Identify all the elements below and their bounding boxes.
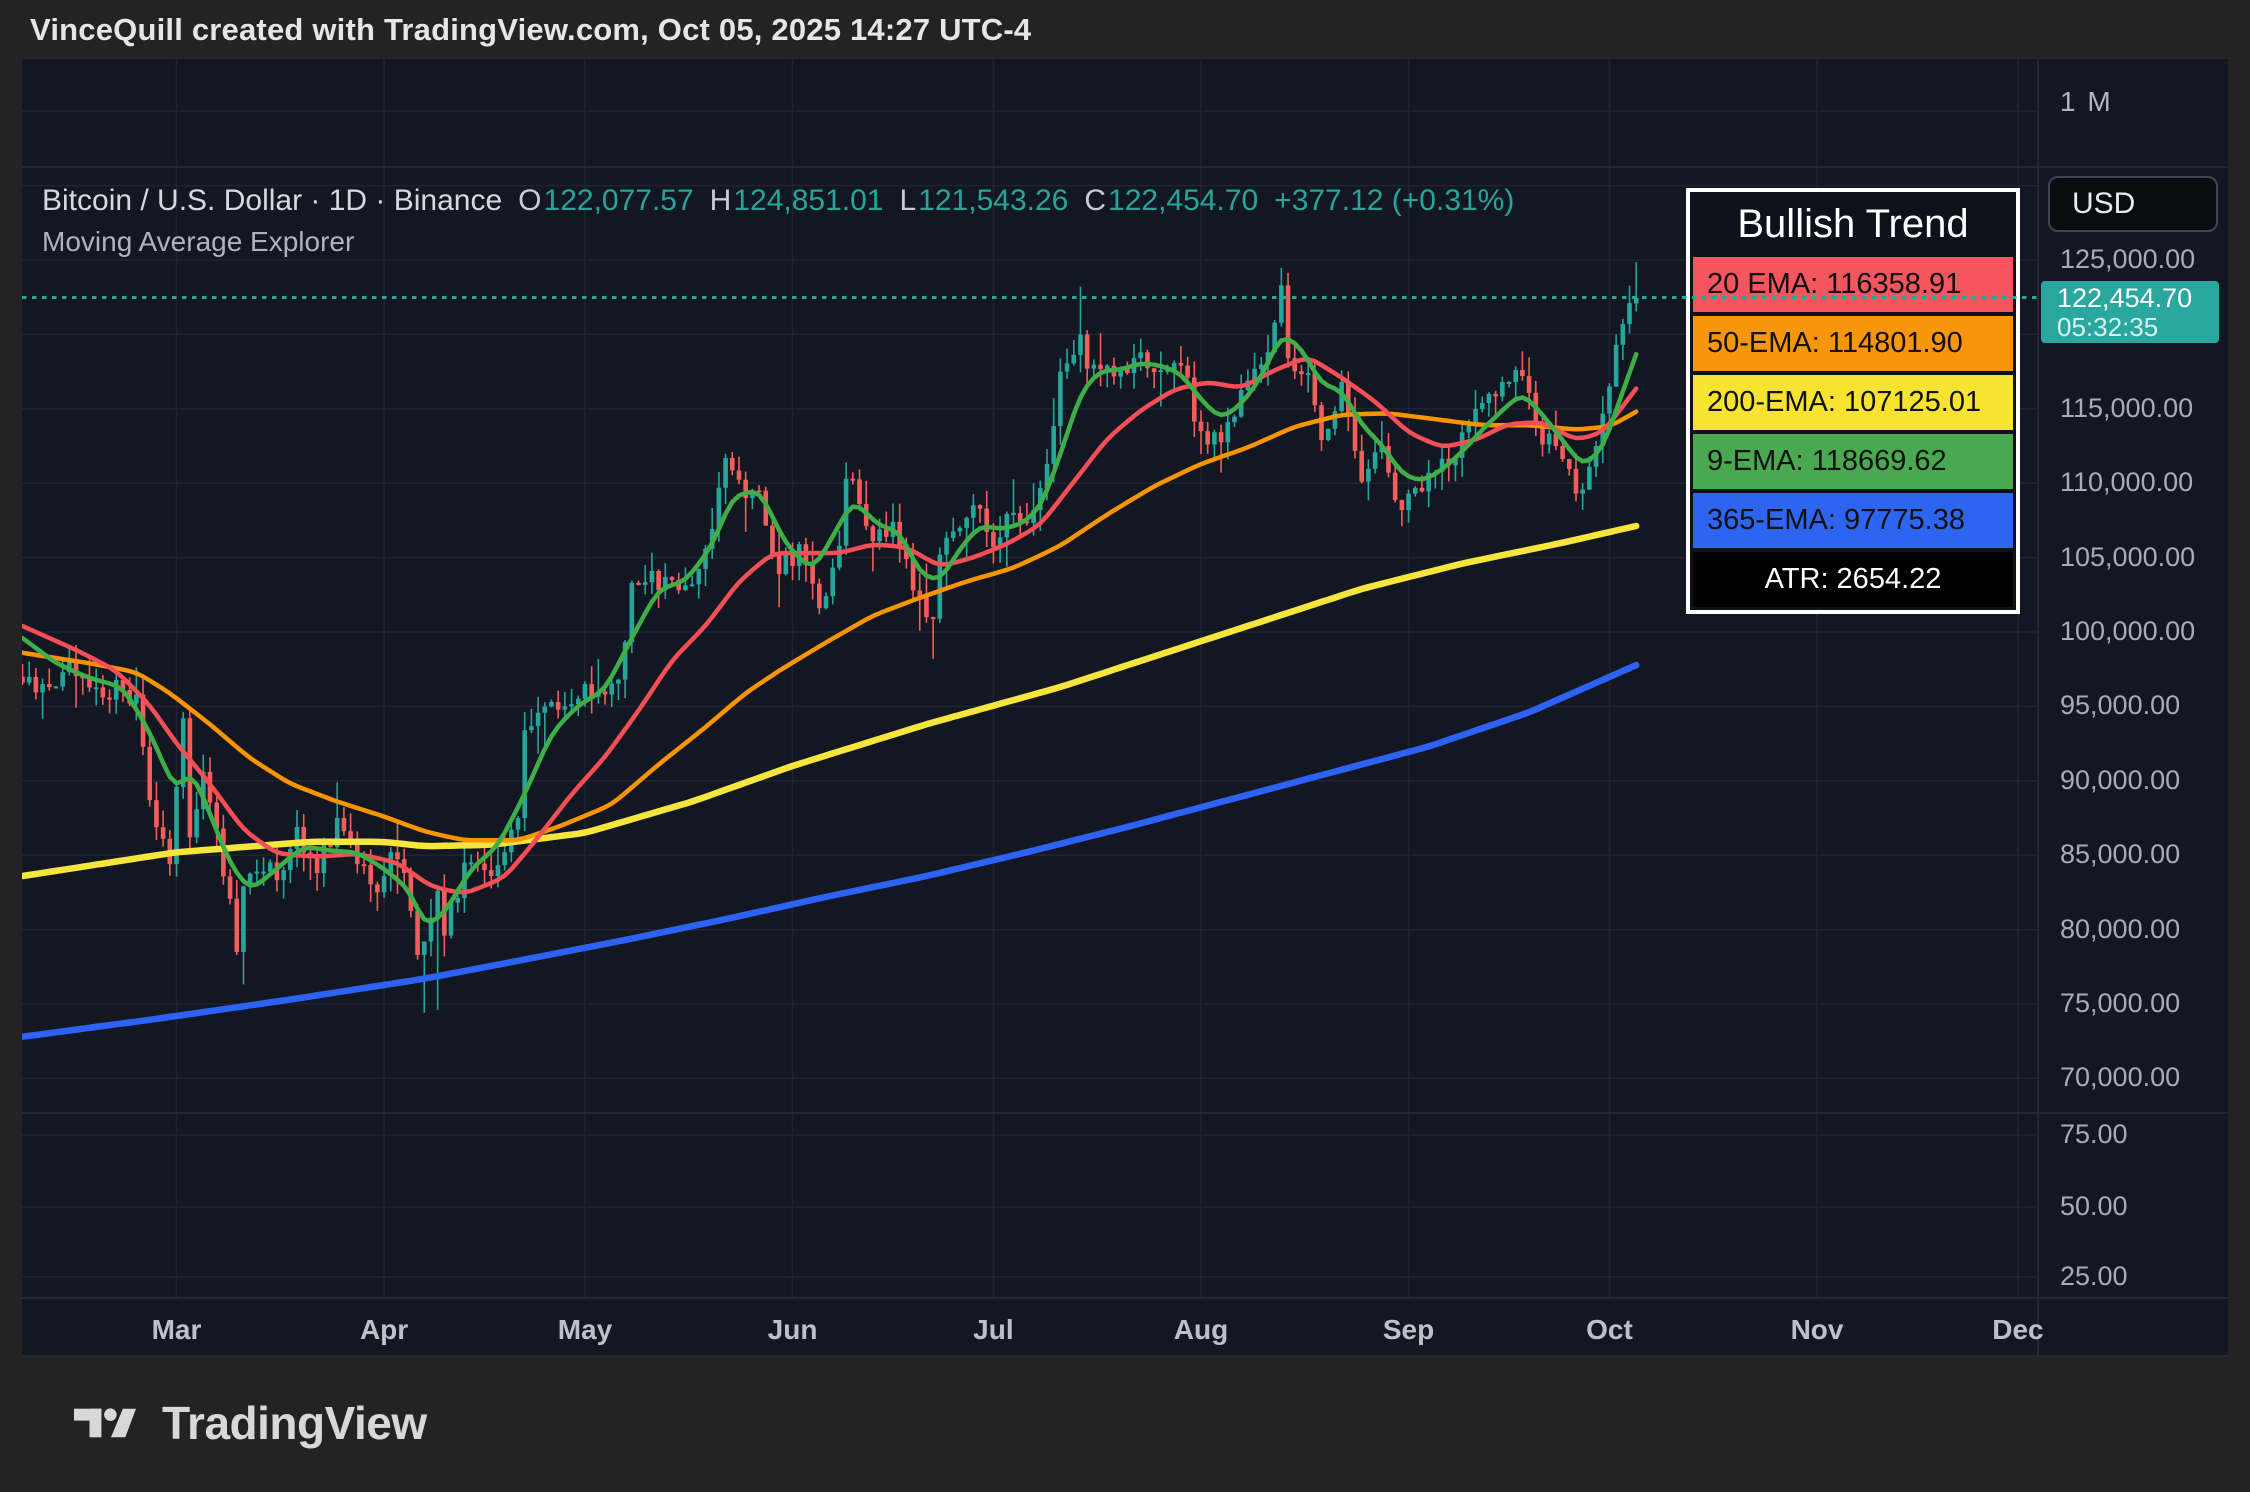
- tradingview-logo-icon: [74, 1408, 136, 1438]
- price-tick-label: 90,000.00: [2060, 764, 2181, 795]
- time-tick-label: Apr: [359, 1314, 409, 1345]
- bar-countdown: 05:32:35: [2057, 311, 2159, 342]
- trend-legend-panel: Bullish Trend 20 EMA: 116358.91 50-EMA: 1…: [1686, 188, 2020, 614]
- attribution-text: VinceQuill created with TradingView.com,…: [30, 12, 1032, 47]
- legend-row: ATR: 2654.22: [1693, 552, 2013, 607]
- time-tick-label: May: [557, 1314, 613, 1345]
- trend-status-label: Bullish Trend: [1737, 202, 1969, 246]
- tradingview-chart-screenshot: VinceQuill created with TradingView.com,…: [0, 0, 2250, 1492]
- legend-row: 9-EMA: 118669.62: [1693, 434, 2013, 489]
- price-tick-label: 80,000.00: [2060, 913, 2181, 944]
- symbol-title[interactable]: Bitcoin / U.S. Dollar · 1D · Binance: [42, 184, 502, 218]
- symbol-header[interactable]: Bitcoin / U.S. Dollar · 1D · Binance O 12…: [42, 184, 1514, 218]
- attribution-bar: VinceQuill created with TradingView.com,…: [30, 12, 1031, 48]
- price-tick-label: 100,000.00: [2060, 616, 2196, 646]
- ohlc-item-H: H 124,851.01: [709, 184, 884, 217]
- price-tick-label: 70,000.00: [2060, 1062, 2181, 1093]
- ohlc-item-L: L 121,543.26: [899, 184, 1069, 217]
- change-value: +377.12 (+0.31%): [1274, 184, 1515, 217]
- ohlc-values: O 122,077.57 H 124,851.01 L 121,543.26 C 122,45…: [518, 184, 1258, 218]
- time-tick-label: Jul: [973, 1314, 1014, 1345]
- indicator-title[interactable]: Moving Average Explorer: [42, 226, 354, 258]
- time-tick-label: Mar: [151, 1314, 202, 1345]
- legend-row: 365-EMA: 97775.38: [1693, 493, 2013, 548]
- time-tick-label: Aug: [1173, 1314, 1229, 1345]
- current-price-line: [22, 296, 2041, 300]
- legend-row: 200-EMA: 107125.01: [1693, 375, 2013, 430]
- time-tick-label: Dec: [1992, 1314, 2044, 1345]
- tradingview-wordmark: TradingView: [162, 1397, 427, 1449]
- time-tick-label: Sep: [1382, 1314, 1435, 1345]
- price-tick-label: 85,000.00: [2060, 839, 2181, 870]
- time-tick-label: Jun: [767, 1314, 818, 1345]
- price-tick-label: 105,000.00: [2060, 541, 2196, 572]
- price-tick-label: 125,000.00: [2060, 244, 2196, 274]
- legend-row: 20 EMA: 116358.91: [1693, 257, 2013, 312]
- tradingview-branding[interactable]: TradingView: [74, 1396, 427, 1450]
- price-tick-label: 110,000.00: [2060, 467, 2194, 498]
- ohlc-item-O: O 122,077.57: [518, 184, 694, 217]
- price-tick-label: 115,000.00: [2060, 392, 2194, 423]
- legend-row: 50-EMA: 114801.90: [1693, 316, 2013, 371]
- ohlc-item-C: C 122,454.70: [1084, 184, 1259, 217]
- current-price-value: 122,454.70: [2057, 282, 2193, 313]
- lower-pane-tick-label: 50.00: [2060, 1191, 2128, 1221]
- range-selector-label[interactable]: 1 M: [2060, 86, 2113, 118]
- current-price-badge: 122,454.70 05:32:35: [2041, 280, 2219, 343]
- price-tick-label: 95,000.00: [2060, 690, 2181, 721]
- lower-pane-tick-label: 25.00: [2060, 1261, 2128, 1291]
- price-tick-label: 75,000.00: [2060, 988, 2181, 1018]
- currency-toggle-button[interactable]: USD: [2048, 176, 2218, 232]
- time-tick-label: Nov: [1790, 1314, 1844, 1345]
- time-tick-label: Oct: [1586, 1314, 1633, 1345]
- lower-pane-tick-label: 75.00: [2060, 1119, 2128, 1149]
